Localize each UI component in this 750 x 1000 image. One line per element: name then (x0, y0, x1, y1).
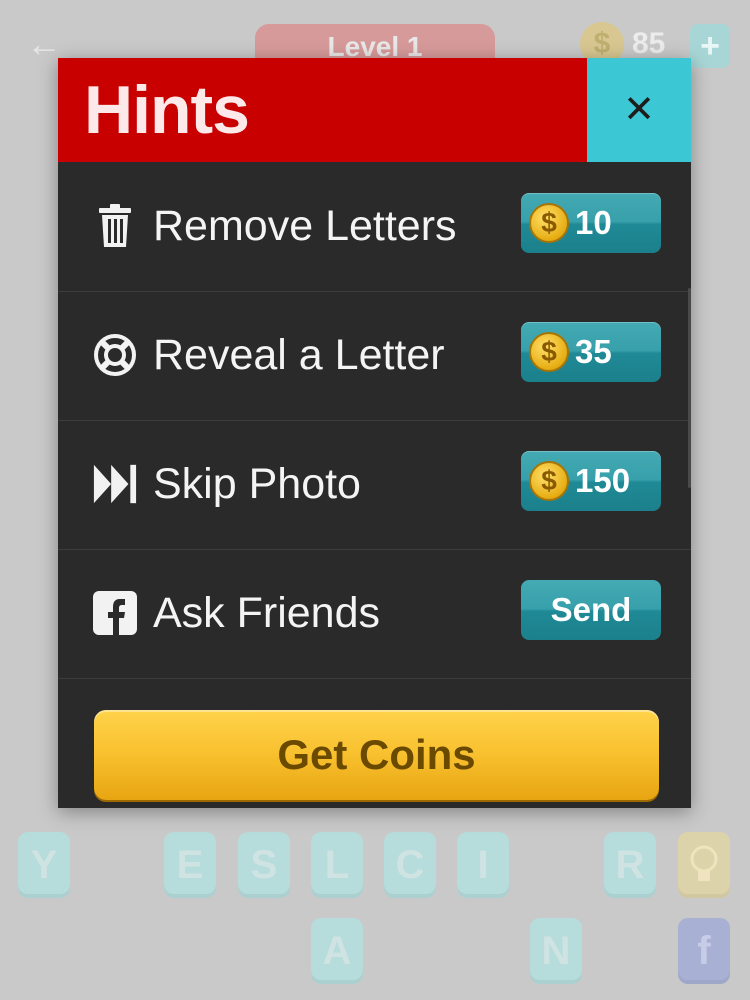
letter-tile: E (164, 832, 216, 898)
letter-tile: N (530, 918, 582, 984)
close-button[interactable]: ✕ (587, 58, 691, 162)
letter-tile: Y (18, 832, 70, 898)
letter-tile: L (311, 832, 363, 898)
hint-row-skip-photo: Skip Photo $ 150 (58, 420, 691, 550)
letter-tile: I (457, 832, 509, 898)
facebook-icon (92, 587, 138, 639)
letter-tile: A (311, 918, 363, 984)
trash-icon (92, 200, 138, 252)
hint-label: Skip Photo (153, 460, 361, 508)
coin-icon: $ (529, 332, 569, 372)
get-coins-button[interactable]: Get Coins (94, 710, 659, 800)
letter-tile: R (604, 832, 656, 898)
fast-forward-icon (92, 458, 138, 510)
buy-skip-photo-button[interactable]: $ 150 (521, 451, 661, 511)
fast-forward-icon-svg (93, 464, 137, 504)
scrollbar[interactable] (688, 288, 691, 488)
coin-balance-value: 85 (632, 27, 666, 60)
hints-modal: Hints ✕ Remove Letters $ 10 Reveal a Let… (58, 58, 691, 808)
hint-row-ask-friends: Ask Friends Send (58, 549, 691, 679)
buy-remove-letters-button[interactable]: $ 10 (521, 193, 661, 253)
price-value: 10 (575, 204, 612, 241)
trash-icon-svg (99, 204, 131, 247)
price-value: 35 (575, 333, 612, 370)
modal-header: Hints ✕ (58, 58, 691, 162)
buy-reveal-letter-button[interactable]: $ 35 (521, 322, 661, 382)
letter-tile: S (238, 832, 290, 898)
add-coins-button: + (690, 24, 730, 68)
modal-title: Hints (84, 72, 250, 148)
coin-icon: $ (529, 203, 569, 243)
hint-label: Ask Friends (153, 589, 381, 637)
letter-tile: C (384, 832, 436, 898)
close-icon: ✕ (623, 89, 655, 131)
hint-row-reveal-letter: Reveal a Letter $ 35 (58, 291, 691, 421)
hint-label: Remove Letters (153, 202, 457, 250)
facebook-icon: f (678, 918, 730, 984)
lightbulb-icon-svg (690, 845, 718, 881)
header-title-bar: Hints (58, 58, 587, 162)
price-value: 150 (575, 462, 631, 499)
send-button[interactable]: Send (521, 580, 661, 640)
lifebuoy-icon (92, 329, 138, 381)
lightbulb-icon (678, 832, 730, 898)
hint-row-remove-letters: Remove Letters $ 10 (58, 162, 691, 292)
facebook-icon-svg (93, 591, 137, 635)
lifebuoy-icon-svg (94, 334, 136, 376)
hint-label: Reveal a Letter (153, 331, 445, 379)
coin-icon: $ (529, 461, 569, 501)
